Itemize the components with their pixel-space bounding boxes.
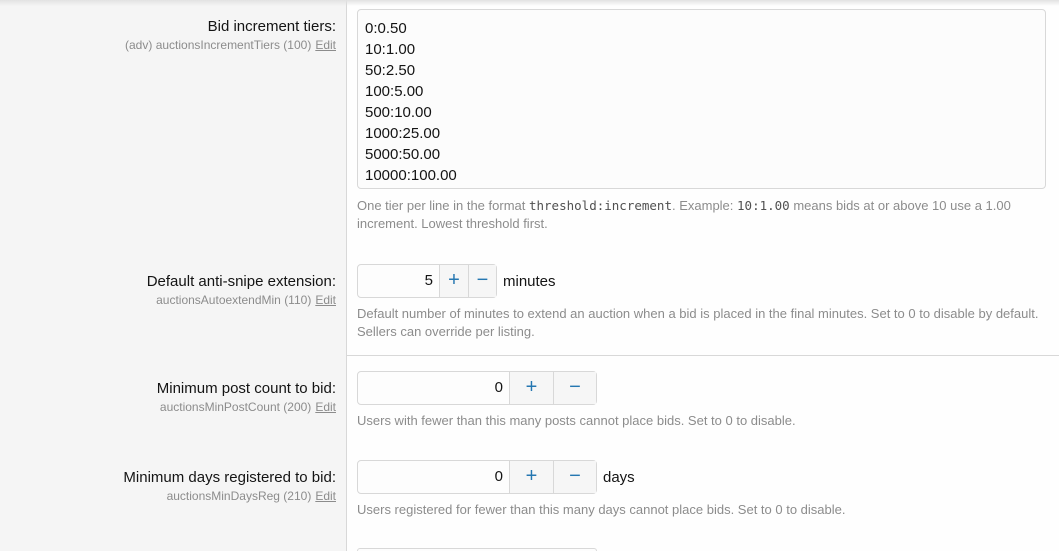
decrement-button[interactable]: −: [468, 265, 496, 297]
min-posts-explain: Users with fewer than this many posts ca…: [357, 413, 796, 428]
bid-increment-tiers-textarea[interactable]: 0:0.50 10:1.00 50:2.50 100:5.00 500:10.0…: [357, 9, 1046, 189]
top-shadow: [0, 0, 1059, 6]
min-days-input[interactable]: 0: [358, 461, 509, 493]
increment-button[interactable]: +: [509, 461, 553, 493]
tier-line: 1000:25.00: [365, 125, 441, 142]
bid-increment-tiers-label: Bid increment tiers:: [207, 18, 336, 35]
format-code: threshold:increment: [528, 198, 672, 213]
tier-line: 100:5.00: [365, 83, 424, 100]
tier-line: 50:2.50: [365, 62, 416, 79]
min-days-hint: auctionsMinDaysReg (210) Edit: [167, 489, 336, 503]
antisnipe-unit: minutes: [503, 273, 556, 290]
edit-link[interactable]: Edit: [315, 489, 336, 503]
min-posts-label: Minimum post count to bid:: [156, 380, 336, 397]
min-days-explain: Users registered for fewer than this man…: [357, 502, 846, 517]
bid-increment-tiers-hint: (adv) auctionsIncrementTiers (100) Edit: [125, 38, 336, 52]
min-posts-input[interactable]: 0: [358, 372, 509, 404]
decrement-button[interactable]: −: [553, 372, 596, 404]
tier-line: 10000:100.00: [365, 167, 457, 184]
increment-button[interactable]: +: [439, 265, 468, 297]
antisnipe-label: Default anti-snipe extension:: [146, 273, 336, 290]
tier-line: 10:1.00: [365, 41, 416, 58]
min-posts-spinbox: 0 + −: [357, 371, 597, 405]
min-posts-hint: auctionsMinPostCount (200) Edit: [160, 400, 336, 414]
edit-link[interactable]: Edit: [315, 38, 336, 52]
antisnipe-input[interactable]: 5: [358, 265, 439, 297]
explain-text: One tier per line in the format: [357, 198, 529, 213]
antisnipe-spinbox: 5 + −: [357, 264, 497, 298]
antisnipe-explain: Default number of minutes to extend an a…: [357, 306, 1039, 339]
min-days-spinbox: 0 + −: [357, 460, 597, 494]
tier-line: 0:0.50: [365, 20, 407, 37]
option-key: auctionsMinDaysReg (210): [166, 489, 312, 503]
min-days-unit: days: [603, 469, 635, 486]
bid-increment-tiers-explain: One tier per line in the format threshol…: [357, 197, 1047, 233]
increment-button[interactable]: +: [509, 372, 553, 404]
section-divider: [347, 355, 1059, 356]
example-code: 10:1.00: [737, 198, 790, 213]
edit-link[interactable]: Edit: [315, 293, 336, 307]
decrement-button[interactable]: −: [553, 461, 596, 493]
option-key: auctionsAutoextendMin (110): [156, 293, 312, 307]
tier-line: 500:10.00: [365, 104, 432, 121]
explain-text: . Example:: [671, 198, 738, 213]
min-days-label: Minimum days registered to bid:: [123, 469, 336, 486]
option-key: (adv) auctionsIncrementTiers (100): [125, 38, 312, 52]
edit-link[interactable]: Edit: [315, 400, 336, 414]
antisnipe-hint: auctionsAutoextendMin (110) Edit: [156, 293, 336, 307]
tier-line: 5000:50.00: [365, 146, 441, 163]
option-key: auctionsMinPostCount (200): [159, 400, 312, 414]
